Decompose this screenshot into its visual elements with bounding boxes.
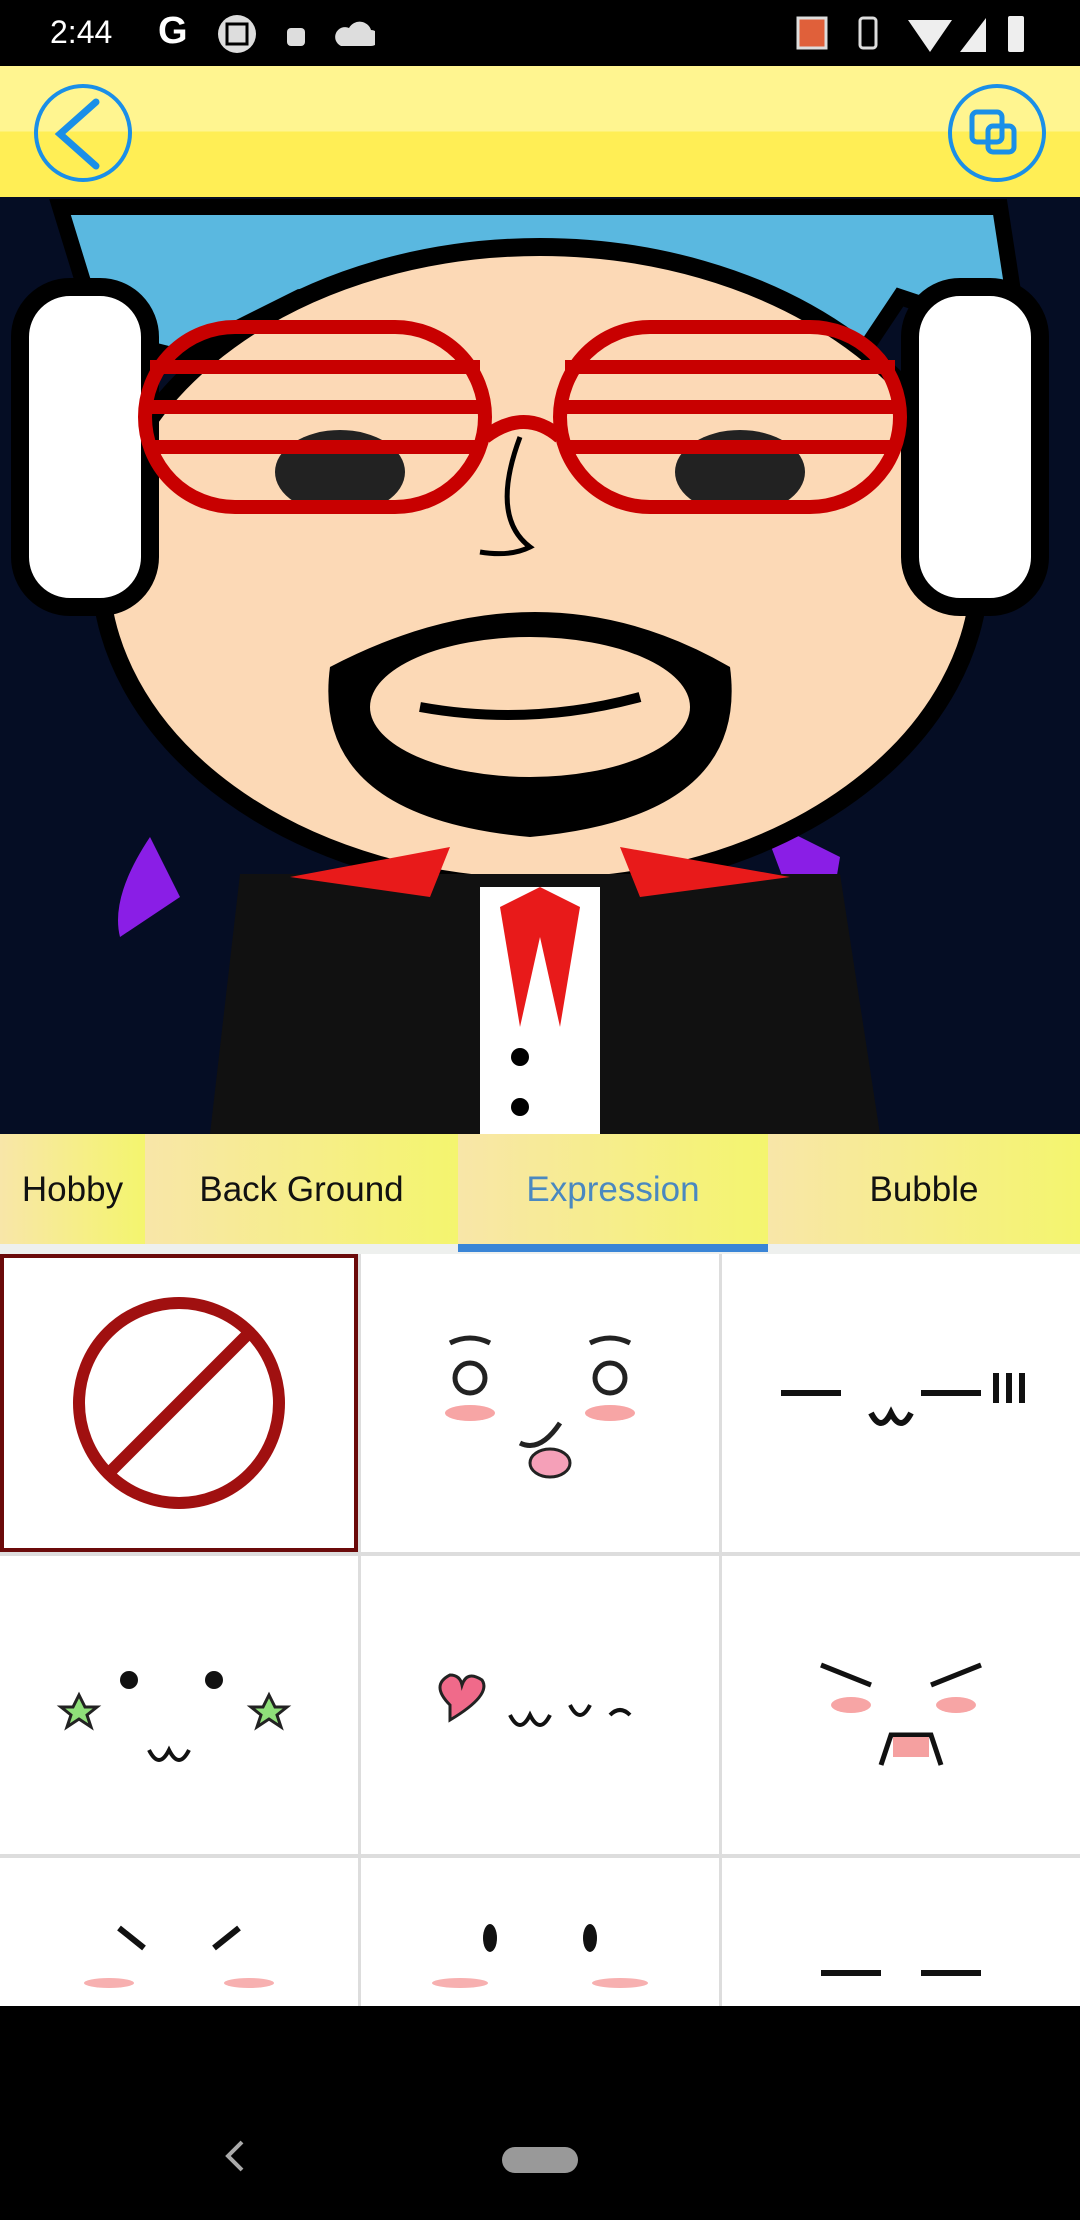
expression-tongue-out[interactable] [361,1254,719,1552]
nav-back-icon[interactable] [220,2136,250,2176]
tab-label: Hobby [21,1169,124,1209]
avatar-illustration [11,199,1049,1134]
tab-expression[interactable]: Expression [458,1134,768,1245]
expression-none[interactable] [0,1254,358,1552]
flat-eyes-face-icon [821,1970,981,1976]
clock: 2:44 [50,14,113,50]
tab-hobby[interactable]: Hobby [0,1134,145,1245]
nav-home-pill[interactable] [502,2147,578,2173]
expression-blush-dots[interactable] [361,1858,719,2006]
expression-grid[interactable] [0,1254,1080,2006]
blush-face-icon [84,1925,274,1988]
system-icons [796,16,1024,52]
tab-bubble[interactable]: Bubble [768,1134,1080,1245]
active-tab-indicator [458,1244,768,1252]
cast-icon [796,16,828,50]
cloud-icon [335,21,375,46]
tab-label: Back Ground [199,1169,404,1209]
back-button[interactable] [34,84,132,182]
expression-flat[interactable] [722,1858,1080,2006]
wifi-icon [908,20,952,52]
star-eyes-face-icon [56,1671,292,1762]
expression-blush-dash[interactable] [0,1858,358,2006]
tongue-face-icon [445,1335,635,1479]
expression-angry[interactable] [722,1556,1080,1854]
screenshot-icon [218,15,256,53]
vibrate-icon [858,16,878,50]
navigation-bar [0,2006,1080,2220]
top-bar [0,66,1080,197]
android-icon [287,28,305,46]
copy-layers-icon [969,109,1017,155]
expression-heart-omega[interactable] [361,1556,719,1854]
notification-icons [218,15,375,53]
angry-face-icon [820,1662,982,1766]
google-icon: G [158,10,188,52]
copy-button[interactable] [948,84,1046,182]
battery-charging-icon [1008,16,1024,52]
status-bar: 2:44 G [0,0,1080,66]
no-symbol-icon [73,1297,285,1509]
tab-background[interactable]: Back Ground [145,1134,458,1245]
avatar-preview [0,197,1080,1134]
category-tabs: Hobby Back Ground Expression Bubble [0,1134,1080,1245]
expression-star-eyes[interactable] [0,1556,358,1854]
dots-face-icon [432,1924,648,1988]
expression-line-exclaim[interactable] [722,1254,1080,1552]
tab-label: Bubble [869,1169,979,1209]
flat-face-icon [781,1373,1025,1426]
signal-icon [960,18,986,52]
tab-label: Expression [526,1169,700,1209]
heart-face-icon [438,1673,632,1727]
chevron-left-icon [54,98,100,170]
